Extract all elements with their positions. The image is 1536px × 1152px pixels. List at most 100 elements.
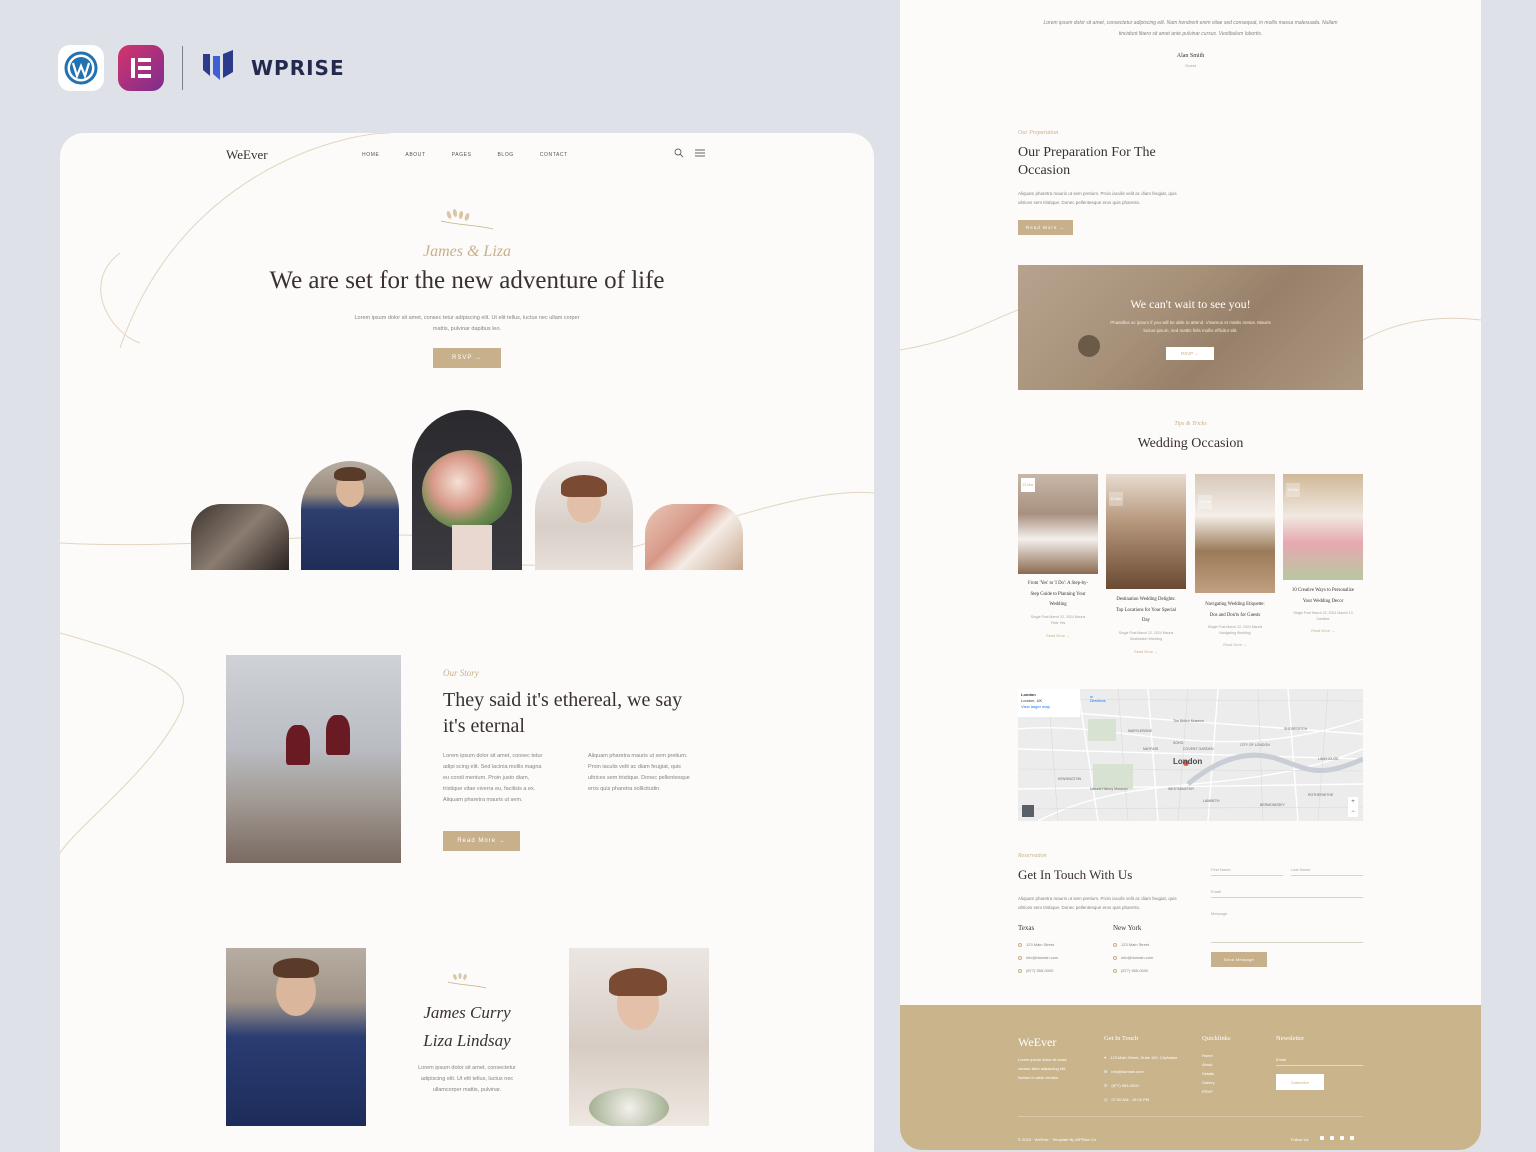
blog-post-image[interactable] [1195,474,1275,593]
footer-link-gallery[interactable]: Gallery [1202,1078,1215,1087]
facebook-icon[interactable] [1320,1136,1324,1140]
view-larger-map-link[interactable]: View larger map [1021,704,1077,710]
first-name-underline [1211,875,1283,876]
bride-portrait-photo [569,948,709,1126]
subscribe-button[interactable]: Subscribe [1276,1074,1324,1090]
nav-about[interactable]: ABOUT [405,152,425,158]
blog-read-more-link[interactable]: Read More → [1101,650,1191,654]
blog-post-title[interactable]: 10 Creative Ways to Personalize Your Wed… [1278,586,1368,607]
wprise-icon [201,49,237,87]
first-name-field[interactable]: First Name [1211,867,1231,872]
footer-link-home[interactable]: Home [1202,1051,1215,1060]
blog-read-more-link[interactable]: Read More → [1013,634,1103,638]
site-logo[interactable]: WeEver [226,147,268,163]
site-footer: WeEver Lorem ipsum dolor sit amet, conse… [900,1005,1481,1150]
banner-text-line: Phasellus ac ipsum if you will be able t… [1110,320,1271,325]
blog-read-more-link[interactable]: Read More → [1278,629,1368,633]
preparation-read-more-button[interactable]: Read More → [1018,220,1073,235]
story-text-col2: Aliquam pharetra mauris ut sem pretium. … [588,751,728,795]
blog-post-title-line: Dos and Don'ts for Guests [1209,612,1261,618]
footer-about-line: Nullam in wide veniam. [1018,1075,1060,1080]
blog-post-meta-line: Navigating Wedding [1219,631,1251,635]
footer-logo[interactable]: WeEver [1018,1035,1056,1050]
location-pin-icon: ⌖ [1104,1055,1107,1060]
footer-phone[interactable]: (877) 555-0000 [1111,1083,1138,1088]
office-phone[interactable]: (877) 555-0000 [1026,968,1053,973]
story-text-line: tristique vitae viverra eu, facilisis a … [443,786,536,792]
map-city-label: London [1173,757,1203,766]
footer-email[interactable]: info@domain.com [1111,1069,1143,1074]
couple-text-line: adipiscing elit. Ut elit tellus, luctus … [420,1076,514,1082]
preparation-title: Our Preparation For The Occasion [1018,144,1156,180]
story-text-line: ultrices sem tristique. Donec pellentesq… [588,775,690,781]
brand-divider [182,46,183,90]
story-text-line: eros quis pharetra sollicitudin. [588,786,661,792]
instagram-icon[interactable] [1350,1136,1354,1140]
footer-link-rsvp[interactable]: RSVP [1202,1087,1215,1096]
wordpress-icon [58,45,104,91]
map-area-label: Natural History Museum [1090,787,1128,791]
map-area-label: WESTMINSTER [1168,787,1194,791]
banner-title: We can't wait to see you! [1130,297,1251,311]
preparation-title-line: Occasion [1018,163,1071,178]
hamburger-menu-icon[interactable] [694,148,706,158]
office-email[interactable]: info@domain.com [1026,955,1058,960]
message-field[interactable]: Message [1211,911,1227,916]
hero-text-line: mattis, pulvinar dapibus leo. [432,326,502,332]
bouquet-shape [422,450,512,530]
rsvp-button[interactable]: RSVP → [433,348,501,368]
office-phone[interactable]: (877) 555-0000 [1121,968,1148,973]
elementor-icon [118,45,164,91]
couple-text-line: Lorem ipsum dolor sit amet, consectetur [418,1065,516,1071]
footer-link-about[interactable]: About [1202,1060,1215,1069]
map-zoom-out-button[interactable]: − [1348,807,1358,817]
banner-rsvp-button[interactable]: RSVP → [1166,347,1214,360]
map-area-label: COVENT GARDEN [1183,747,1214,751]
nav-home[interactable]: HOME [362,152,379,158]
preparation-text-line: Aliquam pharetra mauris ut sem pretium. … [1018,191,1177,196]
story-text-line: eu condi mentum. Proin justo diam, [443,775,530,781]
email-field[interactable]: Email [1211,889,1221,894]
map-zoom-in-button[interactable]: + [1348,797,1358,807]
bride-name: Liza Lindsay [423,1031,511,1050]
banner-text-line: luctus ipsum, sed mattis felis mollis ef… [1143,328,1238,333]
blog-post-meta: Single Post March 22, 2024 Mauris Fiber … [1013,614,1103,626]
testimonial-text-line: tincidunt libero sit amet ante pulvinar … [1118,31,1263,37]
map-area-label: LAMBETH [1203,799,1220,803]
youtube-icon[interactable] [1340,1136,1344,1140]
map-area-label: CITY OF LONDON [1240,743,1270,747]
blog-post-title[interactable]: From 'Yes' to 'I Do': A Step-by- Step Gu… [1013,579,1103,611]
map-satellite-toggle[interactable] [1022,805,1034,817]
blog-post-title[interactable]: Navigating Wedding Etiquette: Dos and Do… [1190,600,1280,621]
search-icon[interactable] [674,148,684,158]
groom-hair-shape [334,467,366,481]
map-area-label: LIMEHOUSE [1318,757,1339,761]
last-name-field[interactable]: Last Name [1291,867,1310,872]
location-map[interactable]: London London, UK View larger map ➦ Dire… [1018,689,1363,821]
blog-read-more-link[interactable]: Read More → [1190,643,1280,647]
couple-text-line: ullamcorper mattis, pulvinar. [432,1087,502,1093]
preparation-text-line: ultrices sem tristique. Donec pellentesq… [1018,200,1141,205]
nav-contact[interactable]: CONTACT [540,152,568,158]
wine-glass-shape [286,725,310,765]
nav-pages[interactable]: PAGES [452,152,472,158]
footer-link-details[interactable]: Details [1202,1069,1215,1078]
footer-about: Lorem ipsum dolor sit amet, consec tetur… [1018,1055,1067,1082]
blog-post-meta: Single Post March 22, 2024 Mauris Naviga… [1190,624,1280,636]
nav-blog[interactable]: BLOG [498,152,514,158]
newsletter-email-input[interactable]: Email [1276,1055,1286,1064]
map-directions-link[interactable]: ➦ Directions [1090,695,1106,703]
twitter-icon[interactable] [1330,1136,1334,1140]
blog-post-meta-line: Destination Wedding [1129,637,1163,641]
clock-icon: ◷ [1104,1097,1108,1102]
story-read-more-button[interactable]: Read More → [443,831,520,851]
blog-post-meta-line: Fiber Yes [1050,621,1066,625]
send-message-button[interactable]: Send Message [1211,952,1267,967]
map-area-label: MAYFAIR [1143,747,1159,751]
map-area-label: ROTHERHITHE [1308,793,1334,797]
footer-follow-label: Follow Us [1291,1137,1309,1142]
office-email[interactable]: info@domain.com [1121,955,1153,960]
blog-post-title[interactable]: Destination Wedding Delights: Top Locati… [1101,595,1191,627]
blog-date-badge: 22 Mar [1286,483,1300,497]
story-eyebrow: Our Story [443,668,479,678]
